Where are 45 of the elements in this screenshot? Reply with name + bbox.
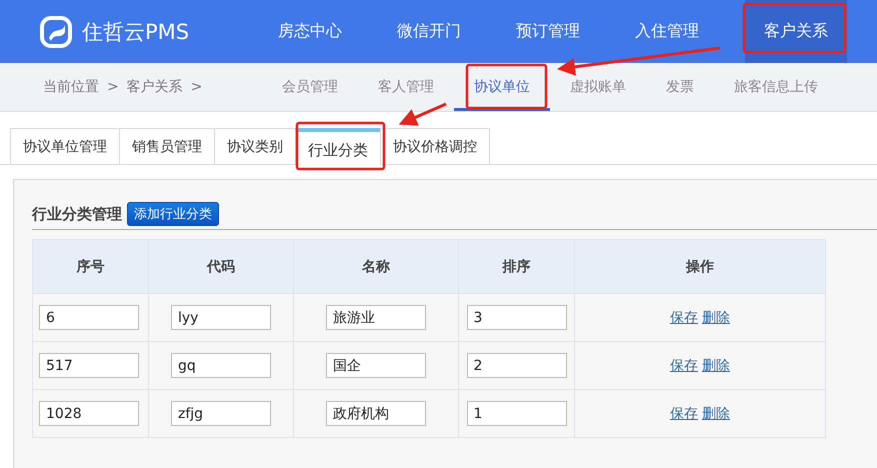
input-field[interactable]: 2 xyxy=(466,353,566,378)
subnav-item[interactable]: 客人管理 xyxy=(358,66,454,111)
column-header: 代码 xyxy=(148,240,294,294)
subnav-item[interactable]: 旅客信息上传 xyxy=(714,66,838,111)
breadcrumb-text: > xyxy=(190,79,202,95)
tab[interactable]: 销售员管理 xyxy=(119,128,214,164)
delete-link[interactable]: 删除 xyxy=(702,310,730,326)
save-link[interactable]: 保存 xyxy=(670,358,698,374)
input-field[interactable]: 6 xyxy=(39,305,139,330)
nav-item[interactable]: 房态中心 xyxy=(255,0,365,63)
section-title: 行业分类管理 xyxy=(32,204,122,224)
breadcrumb-text: > xyxy=(107,79,119,95)
input-field[interactable]: 517 xyxy=(39,353,139,378)
input-field[interactable]: zfjg xyxy=(171,401,271,426)
tab[interactable]: 协议单位管理 xyxy=(10,128,119,164)
tab[interactable]: 协议类别 xyxy=(214,128,295,164)
column-header: 名称 xyxy=(294,240,458,294)
breadcrumb-text: 客户关系 xyxy=(126,78,183,96)
save-link[interactable]: 保存 xyxy=(670,310,698,326)
delete-link[interactable]: 删除 xyxy=(702,406,730,422)
input-field[interactable]: 1 xyxy=(466,401,566,426)
input-field[interactable]: 1028 xyxy=(39,401,139,426)
tab[interactable]: 行业分类 xyxy=(295,128,380,165)
input-field[interactable]: 3 xyxy=(466,305,566,330)
column-header: 操作 xyxy=(574,240,826,294)
nav-item[interactable]: 入住管理 xyxy=(612,0,722,63)
column-header: 排序 xyxy=(458,240,574,294)
input-field[interactable]: gq xyxy=(171,353,271,378)
input-field[interactable]: 旅游业 xyxy=(326,305,426,330)
input-field[interactable]: 政府机构 xyxy=(326,401,426,426)
nav-item[interactable]: 预订管理 xyxy=(493,0,603,63)
save-link[interactable]: 保存 xyxy=(670,406,698,422)
tab[interactable]: 协议价格调控 xyxy=(380,128,490,164)
add-button[interactable]: 添加行业分类 xyxy=(127,202,219,226)
subnav-item[interactable]: 发票 xyxy=(646,66,714,111)
subnav-item[interactable]: 协议单位 xyxy=(454,66,550,111)
breadcrumb-text: 当前位置 xyxy=(43,78,99,96)
input-field[interactable]: lyy xyxy=(171,305,271,330)
column-header: 序号 xyxy=(32,240,148,294)
nav-item[interactable]: 微信开门 xyxy=(374,0,484,63)
input-field[interactable]: 国企 xyxy=(326,353,426,378)
delete-link[interactable]: 删除 xyxy=(702,358,730,374)
subnav-item[interactable]: 虚拟账单 xyxy=(550,66,646,111)
brand-name: 住哲云PMS xyxy=(82,18,190,46)
subnav-item[interactable]: 会员管理 xyxy=(262,66,358,111)
